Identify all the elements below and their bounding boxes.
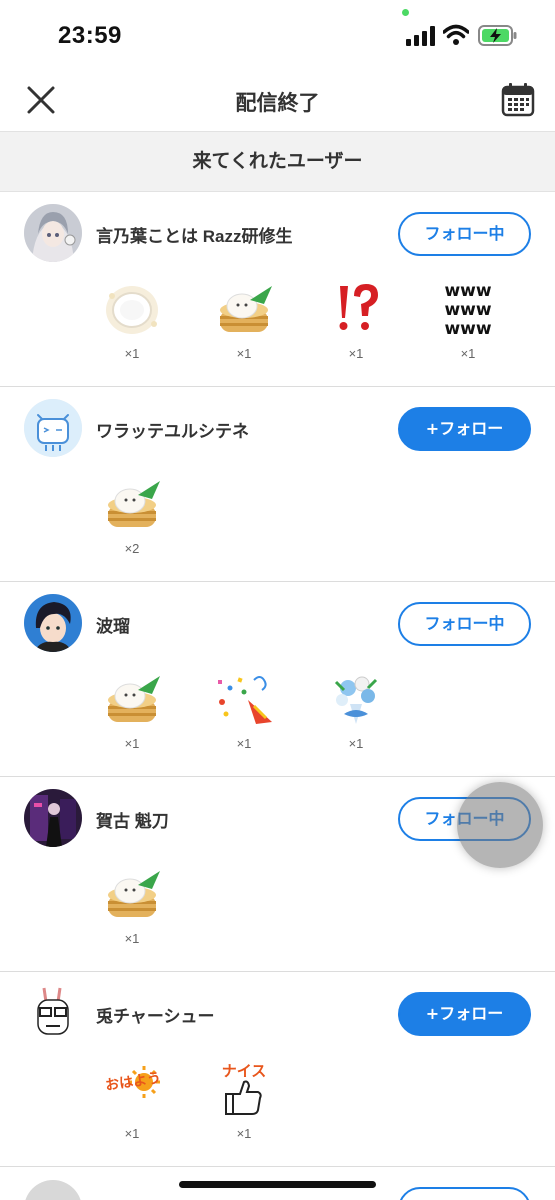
status-time: 23:59 bbox=[58, 22, 122, 49]
svg-text:www: www bbox=[444, 300, 491, 320]
gift-count: ×1 bbox=[236, 736, 252, 751]
signal-icon bbox=[406, 26, 435, 46]
username[interactable]: 賀古 魁刀 bbox=[96, 807, 169, 832]
following-button[interactable]: フォロー中 bbox=[398, 602, 531, 646]
steamed-bun-gift-icon bbox=[108, 481, 160, 527]
list-item: ワラッテユルシテネ +フォロー ×2 bbox=[0, 387, 555, 582]
avatar[interactable] bbox=[24, 204, 82, 262]
gift-list: ×1 ×1 bbox=[96, 670, 536, 760]
gift-item: おはよう ×1 bbox=[96, 1060, 168, 1150]
ohayou-gift-icon: おはよう bbox=[104, 1066, 162, 1098]
gift-item: ×1 bbox=[96, 280, 168, 370]
wifi-icon bbox=[443, 24, 469, 45]
following-button[interactable]: フォロー中 bbox=[398, 212, 531, 256]
nice-thumbs-up-gift-icon: ナイス bbox=[222, 1062, 267, 1115]
camera-indicator-dot bbox=[402, 9, 409, 16]
plate-gift-icon bbox=[106, 286, 158, 334]
gift-item: www www www ×1 bbox=[432, 280, 504, 370]
svg-text:www: www bbox=[444, 281, 491, 301]
gift-count: ×2 bbox=[124, 541, 140, 556]
gift-count: ×1 bbox=[124, 346, 140, 361]
gift-count: ×1 bbox=[236, 346, 252, 361]
follow-button[interactable]: +フォロー bbox=[398, 992, 531, 1036]
avatar[interactable] bbox=[24, 984, 82, 1042]
list-item: 兎チャーシュー +フォロー おはよう ×1 ナイス ×1 bbox=[0, 972, 555, 1167]
party-popper-gift-icon bbox=[218, 676, 272, 724]
gift-count: ×1 bbox=[124, 736, 140, 751]
exclamation-question-gift-icon bbox=[339, 284, 378, 330]
steamed-bun-gift-icon bbox=[108, 676, 160, 722]
gift-item: ×1 bbox=[208, 670, 280, 760]
gift-count: ×1 bbox=[236, 1126, 252, 1141]
gift-item: ×1 bbox=[96, 865, 168, 955]
status-bar: 23:59 bbox=[0, 0, 555, 78]
calendar-icon[interactable] bbox=[500, 82, 536, 118]
avatar[interactable] bbox=[24, 594, 82, 652]
gift-item: ×1 bbox=[320, 280, 392, 370]
gift-list: ×1 ×1 bbox=[96, 280, 536, 370]
page-title: 配信終了 bbox=[235, 92, 320, 115]
gift-item: ×1 bbox=[208, 280, 280, 370]
gift-item: ×1 bbox=[96, 670, 168, 760]
section-header: 来てくれたユーザー bbox=[0, 132, 555, 192]
gift-count: ×1 bbox=[348, 736, 364, 751]
visitor-list: 言乃葉ことは Razz研修生 フォロー中 ×1 ×1 ×1 www www ww… bbox=[0, 192, 555, 1167]
steamed-bun-gift-icon bbox=[220, 286, 272, 332]
www-gift-icon: www www www bbox=[444, 281, 491, 338]
gift-item: ナイス ×1 bbox=[208, 1060, 280, 1150]
list-item: 言乃葉ことは Razz研修生 フォロー中 ×1 ×1 ×1 www www ww… bbox=[0, 192, 555, 387]
touch-indicator bbox=[457, 782, 543, 868]
avatar[interactable] bbox=[24, 789, 82, 847]
gift-count: ×1 bbox=[460, 346, 476, 361]
gift-item: ×1 bbox=[320, 670, 392, 760]
username[interactable]: 波瑠 bbox=[96, 612, 130, 637]
avatar[interactable] bbox=[24, 399, 82, 457]
battery-charging-icon bbox=[478, 25, 517, 46]
username[interactable]: 言乃葉ことは Razz研修生 bbox=[96, 222, 292, 247]
gift-item: ×2 bbox=[96, 475, 168, 565]
follow-button[interactable] bbox=[398, 1187, 531, 1200]
list-item: 波瑠 フォロー中 ×1 ×1 ×1 bbox=[0, 582, 555, 777]
gift-count: ×1 bbox=[124, 1126, 140, 1141]
gift-list: おはよう ×1 ナイス ×1 bbox=[96, 1060, 536, 1150]
svg-text:ナイス: ナイス bbox=[222, 1062, 267, 1080]
gift-list: ×1 bbox=[96, 865, 536, 955]
home-indicator[interactable] bbox=[179, 1181, 376, 1188]
username[interactable]: ワラッテユルシテネ bbox=[96, 417, 249, 442]
steamed-bun-gift-icon bbox=[108, 871, 160, 917]
bouquet-gift-icon bbox=[334, 676, 378, 724]
gift-list: ×2 bbox=[96, 475, 536, 565]
follow-button[interactable]: +フォロー bbox=[398, 407, 531, 451]
gift-count: ×1 bbox=[348, 346, 364, 361]
svg-text:www: www bbox=[444, 319, 491, 338]
username[interactable]: 兎チャーシュー bbox=[96, 1002, 215, 1027]
nav-bar: 配信終了 bbox=[0, 78, 555, 132]
gift-count: ×1 bbox=[124, 931, 140, 946]
avatar[interactable] bbox=[24, 1180, 82, 1200]
